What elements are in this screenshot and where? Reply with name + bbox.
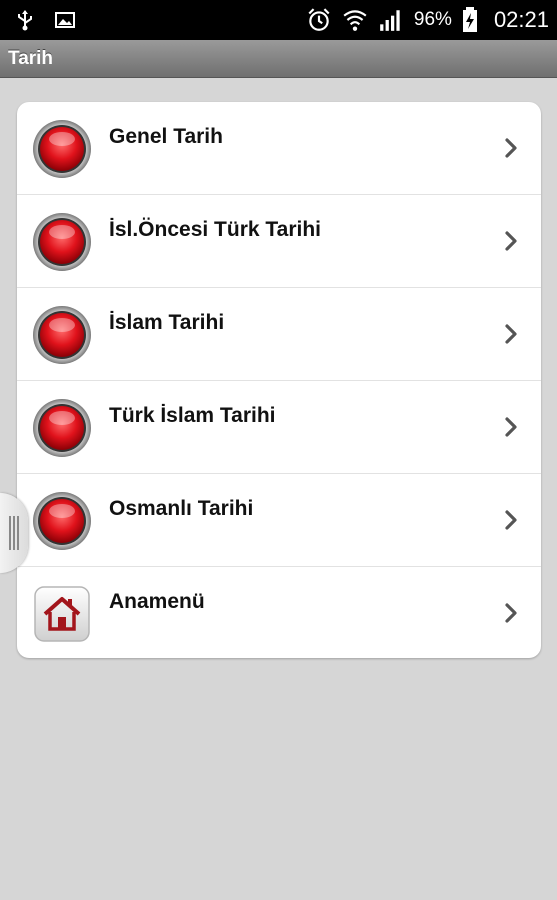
signal-icon <box>380 10 400 31</box>
red-button-icon <box>33 399 91 457</box>
red-button-icon <box>33 213 91 271</box>
list-item-label: Genel Tarih <box>109 125 223 148</box>
list-item-label: İslam Tarihi <box>109 311 225 334</box>
wifi-icon <box>343 10 367 31</box>
chevron-right-icon <box>505 510 517 530</box>
list-item-turk-islam-tarihi[interactable]: Türk İslam Tarihi <box>17 381 541 474</box>
red-button-icon <box>33 306 91 364</box>
status-bar-right: 96% 02:21 <box>306 7 557 33</box>
image-icon <box>55 12 75 28</box>
grip-icon <box>9 516 19 550</box>
chevron-right-icon <box>505 324 517 344</box>
home-icon <box>34 586 90 642</box>
list-item-label: Türk İslam Tarihi <box>109 404 276 427</box>
red-button-icon <box>33 120 91 178</box>
list-item-label: Anamenü <box>109 590 205 613</box>
status-bar: 96% 02:21 <box>0 0 557 40</box>
usb-icon <box>18 10 32 31</box>
list-item-genel-tarih[interactable]: Genel Tarih <box>17 102 541 195</box>
list-item-islam-tarihi[interactable]: İslam Tarihi <box>17 288 541 381</box>
battery-percent: 96% <box>413 9 452 30</box>
alarm-icon <box>308 8 330 31</box>
clock: 02:21 <box>493 7 549 32</box>
status-bar-left <box>0 9 306 31</box>
list-item-osmanli-tarihi[interactable]: Osmanlı Tarihi <box>17 474 541 567</box>
list-item-isl-oncesi-turk-tarihi[interactable]: İsl.Öncesi Türk Tarihi <box>17 195 541 288</box>
chevron-right-icon <box>505 603 517 623</box>
menu-list: Genel Tarih İsl.Öncesi Türk Tarihi İslam… <box>17 102 541 658</box>
title-bar: Tarih <box>0 40 557 78</box>
chevron-right-icon <box>505 138 517 158</box>
red-button-icon <box>33 492 91 550</box>
chevron-right-icon <box>505 231 517 251</box>
battery-icon <box>462 7 477 32</box>
chevron-right-icon <box>505 417 517 437</box>
list-item-label: Osmanlı Tarihi <box>109 497 254 520</box>
list-item-label: İsl.Öncesi Türk Tarihi <box>109 218 322 241</box>
list-item-anamenu[interactable]: Anamenü <box>17 567 541 658</box>
page-title: Tarih <box>8 47 54 69</box>
